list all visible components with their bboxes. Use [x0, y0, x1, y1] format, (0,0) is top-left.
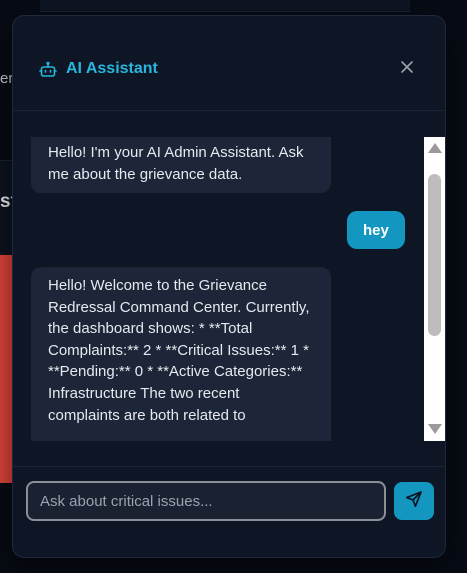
close-button[interactable]	[396, 58, 418, 80]
close-icon	[400, 60, 414, 79]
dialog-title: AI Assistant	[66, 60, 158, 77]
send-button[interactable]	[394, 482, 434, 520]
composer-footer	[13, 466, 445, 557]
scroll-thumb[interactable]	[428, 174, 441, 336]
message-list[interactable]: Hello! I'm your AI Admin Assistant. Ask …	[13, 137, 423, 441]
scroll-down-arrow-icon[interactable]	[428, 424, 442, 434]
background-topbar	[40, 0, 410, 12]
chat-input[interactable]	[28, 483, 384, 519]
user-message: hey	[347, 211, 405, 249]
assistant-message: Hello! I'm your AI Admin Assistant. Ask …	[31, 137, 331, 193]
chat-input-wrapper	[26, 481, 386, 521]
message-scrollbar[interactable]	[424, 137, 445, 441]
background-alert-card	[0, 255, 12, 483]
scroll-up-arrow-icon[interactable]	[428, 143, 442, 153]
dialog-header: AI Assistant	[13, 16, 445, 111]
bot-icon	[39, 61, 57, 79]
assistant-message: Hello! Welcome to the Grievance Redressa…	[31, 267, 331, 441]
send-icon	[405, 490, 423, 513]
ai-assistant-dialog: AI Assistant Hello! I'm your AI Admin As…	[12, 15, 446, 558]
